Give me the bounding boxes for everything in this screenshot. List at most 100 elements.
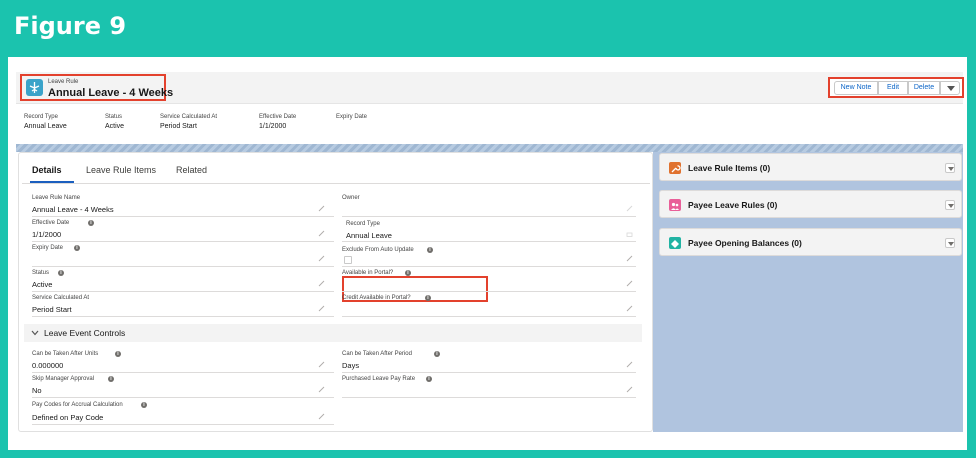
can-be-taken-after-period-label: Can be Taken After Period — [342, 351, 412, 357]
header-service-calc-value: Period Start — [160, 123, 197, 130]
chevron-down-icon — [948, 167, 954, 171]
field-divider — [32, 424, 334, 425]
pay-codes-accrual-value: Defined on Pay Code — [32, 413, 104, 422]
field-divider — [32, 316, 334, 317]
edit-pencil-icon[interactable] — [626, 386, 633, 393]
leave-rule-icon — [26, 79, 43, 96]
tab-details[interactable]: Details — [32, 165, 62, 175]
edit-pencil-icon[interactable] — [318, 305, 325, 312]
field-divider — [32, 241, 334, 242]
screenshot-area: Leave Rule Annual Leave - 4 Weeks New No… — [8, 57, 967, 450]
exclude-auto-update-checkbox[interactable] — [344, 256, 352, 264]
edit-pencil-icon[interactable] — [318, 205, 325, 212]
header-expiry-date-label: Expiry Date — [336, 114, 368, 120]
field-divider — [32, 397, 334, 398]
info-icon[interactable]: i — [74, 245, 80, 251]
header-effective-date-label: Effective Date — [259, 114, 297, 120]
chevron-down-icon — [947, 86, 955, 91]
status-label: Status — [32, 270, 50, 276]
diamond-icon — [669, 237, 681, 249]
effective-date-value: 1/1/2000 — [32, 230, 62, 239]
related-card-payee-opening-balances[interactable]: Payee Opening Balances (0) — [659, 228, 962, 256]
edit-pencil-icon[interactable] — [626, 361, 633, 368]
leave-rule-name-label: Leave Rule Name — [32, 195, 81, 201]
owner-label: Owner — [342, 195, 360, 201]
info-icon[interactable]: i — [427, 247, 433, 253]
skip-manager-approval-label: Skip Manager Approval — [32, 376, 95, 382]
available-in-portal-label: Available in Portal? — [342, 270, 394, 276]
lock-icon — [626, 232, 633, 237]
status-value: Active — [32, 280, 53, 289]
service-calculated-at-label: Service Calculated At — [32, 295, 90, 301]
info-icon[interactable]: i — [115, 351, 121, 357]
people-icon — [669, 199, 681, 211]
card-menu-button[interactable] — [945, 163, 955, 173]
info-icon[interactable]: i — [426, 376, 432, 382]
edit-pencil-icon[interactable] — [318, 386, 325, 393]
field-divider — [342, 291, 636, 292]
object-label: Leave Rule — [48, 79, 79, 85]
record-type-label: Record Type — [346, 221, 380, 227]
tab-divider — [22, 183, 650, 184]
credit-available-in-portal-label: Credit Available in Portal? — [342, 295, 411, 301]
action-buttons-highlight: New Note Edit Delete — [828, 77, 964, 98]
edit-pencil-icon[interactable] — [626, 280, 633, 287]
card-menu-button[interactable] — [945, 238, 955, 248]
tab-related[interactable]: Related — [176, 165, 207, 175]
related-card-title: Payee Opening Balances (0) — [688, 238, 802, 248]
field-divider — [342, 216, 636, 217]
info-icon[interactable]: i — [88, 220, 94, 226]
effective-date-label: Effective Date — [32, 220, 70, 226]
edit-pencil-icon[interactable] — [318, 413, 325, 420]
info-icon[interactable]: i — [434, 351, 440, 357]
delete-button[interactable]: Delete — [908, 81, 940, 95]
decorative-band — [16, 144, 963, 152]
section-title: Leave Event Controls — [44, 328, 126, 338]
header-status-value: Active — [105, 123, 125, 130]
header-service-calc-label: Service Calculated At — [160, 114, 218, 120]
tab-leave-rule-items[interactable]: Leave Rule Items — [86, 165, 156, 175]
service-calculated-at-value: Period Start — [32, 305, 72, 314]
can-be-taken-after-units-label: Can be Taken After Units — [32, 351, 99, 357]
field-divider — [342, 266, 636, 267]
card-menu-button[interactable] — [945, 200, 955, 210]
chevron-down-icon — [31, 330, 39, 336]
can-be-taken-after-period-value: Days — [342, 361, 360, 370]
leave-rule-name-value: Annual Leave - 4 Weeks — [32, 205, 114, 214]
record-type-value: Annual Leave — [346, 231, 392, 240]
info-icon[interactable]: i — [58, 270, 64, 276]
edit-pencil-icon[interactable] — [318, 280, 325, 287]
figure-title: Figure 9 — [14, 12, 127, 40]
more-actions-button[interactable] — [940, 81, 960, 95]
related-card-payee-leave-rules[interactable]: Payee Leave Rules (0) — [659, 190, 962, 218]
can-be-taken-after-units-value: 0.000000 — [32, 361, 64, 370]
edit-pencil-icon[interactable] — [626, 205, 633, 212]
field-divider — [32, 216, 334, 217]
edit-pencil-icon[interactable] — [626, 255, 633, 262]
header-effective-date-value: 1/1/2000 — [259, 123, 287, 130]
purchased-leave-pay-rate-label: Purchased Leave Pay Rate — [342, 376, 416, 382]
edit-pencil-icon[interactable] — [318, 361, 325, 368]
new-note-button[interactable]: New Note — [834, 81, 878, 95]
field-divider — [32, 372, 334, 373]
expiry-date-label: Expiry Date — [32, 245, 64, 251]
related-card-title: Leave Rule Items (0) — [688, 163, 771, 173]
related-card-leave-rule-items[interactable]: Leave Rule Items (0) — [659, 153, 962, 181]
edit-pencil-icon[interactable] — [318, 255, 325, 262]
edit-pencil-icon[interactable] — [626, 305, 633, 312]
details-card — [18, 152, 653, 432]
info-icon[interactable]: i — [405, 270, 411, 276]
wrench-icon — [669, 162, 681, 174]
field-divider — [342, 316, 636, 317]
info-icon[interactable]: i — [141, 402, 147, 408]
field-divider — [342, 372, 636, 373]
info-icon[interactable]: i — [425, 295, 431, 301]
edit-button[interactable]: Edit — [878, 81, 908, 95]
info-icon[interactable]: i — [108, 376, 114, 382]
leave-event-controls-section[interactable]: Leave Event Controls — [24, 324, 642, 342]
edit-pencil-icon[interactable] — [318, 230, 325, 237]
field-divider — [32, 266, 334, 267]
header-record-type-label: Record Type — [24, 114, 58, 120]
exclude-auto-update-label: Exclude From Auto Update — [342, 247, 414, 253]
chevron-down-icon — [948, 204, 954, 208]
